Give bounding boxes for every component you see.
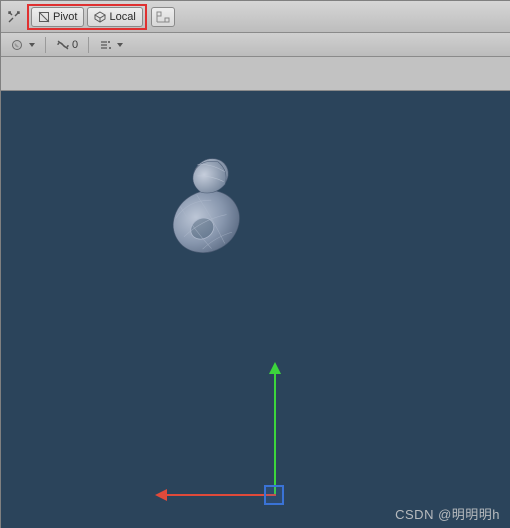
local-toggle[interactable]: Local <box>87 7 142 27</box>
scene-toolbar: 0 <box>1 33 510 57</box>
mesh-object[interactable] <box>151 141 261 261</box>
gizmo-y-arrow-icon[interactable] <box>269 362 281 374</box>
editor-window: Pivot Local 0 <box>0 0 510 528</box>
gizmo-x-arrow-icon[interactable] <box>155 489 167 501</box>
separator <box>45 37 46 53</box>
separator <box>88 37 89 53</box>
pivot-toggle[interactable]: Pivot <box>31 7 84 27</box>
shading-mode-dropdown[interactable] <box>7 36 39 54</box>
snap-icon <box>156 11 170 23</box>
shaded-icon <box>11 39 25 51</box>
layers-icon <box>56 39 70 51</box>
transform-gizmo[interactable] <box>161 366 341 526</box>
chevron-down-icon <box>29 43 35 47</box>
scene-viewport[interactable]: CSDN @明明明h <box>1 91 510 528</box>
watermark-text: CSDN @明明明h <box>395 504 500 523</box>
layers-toggle[interactable]: 0 <box>52 36 82 54</box>
layers-count: 0 <box>72 39 78 51</box>
gizmo-origin-handle[interactable] <box>264 485 284 505</box>
pivot-label: Pivot <box>53 11 77 23</box>
gizmo-x-axis[interactable] <box>161 494 276 496</box>
main-toolbar: Pivot Local <box>1 1 510 33</box>
pivot-local-highlight: Pivot Local <box>27 4 147 30</box>
chevron-down-icon <box>117 43 123 47</box>
tools-icon[interactable] <box>5 7 23 27</box>
snap-toggle[interactable] <box>151 7 175 27</box>
pivot-icon <box>38 11 50 23</box>
fx-icon <box>99 39 113 51</box>
toolbar-gap <box>1 57 510 91</box>
local-label: Local <box>109 11 135 23</box>
local-icon <box>94 11 106 23</box>
fx-dropdown[interactable] <box>95 36 127 54</box>
gizmo-y-axis[interactable] <box>274 366 276 496</box>
